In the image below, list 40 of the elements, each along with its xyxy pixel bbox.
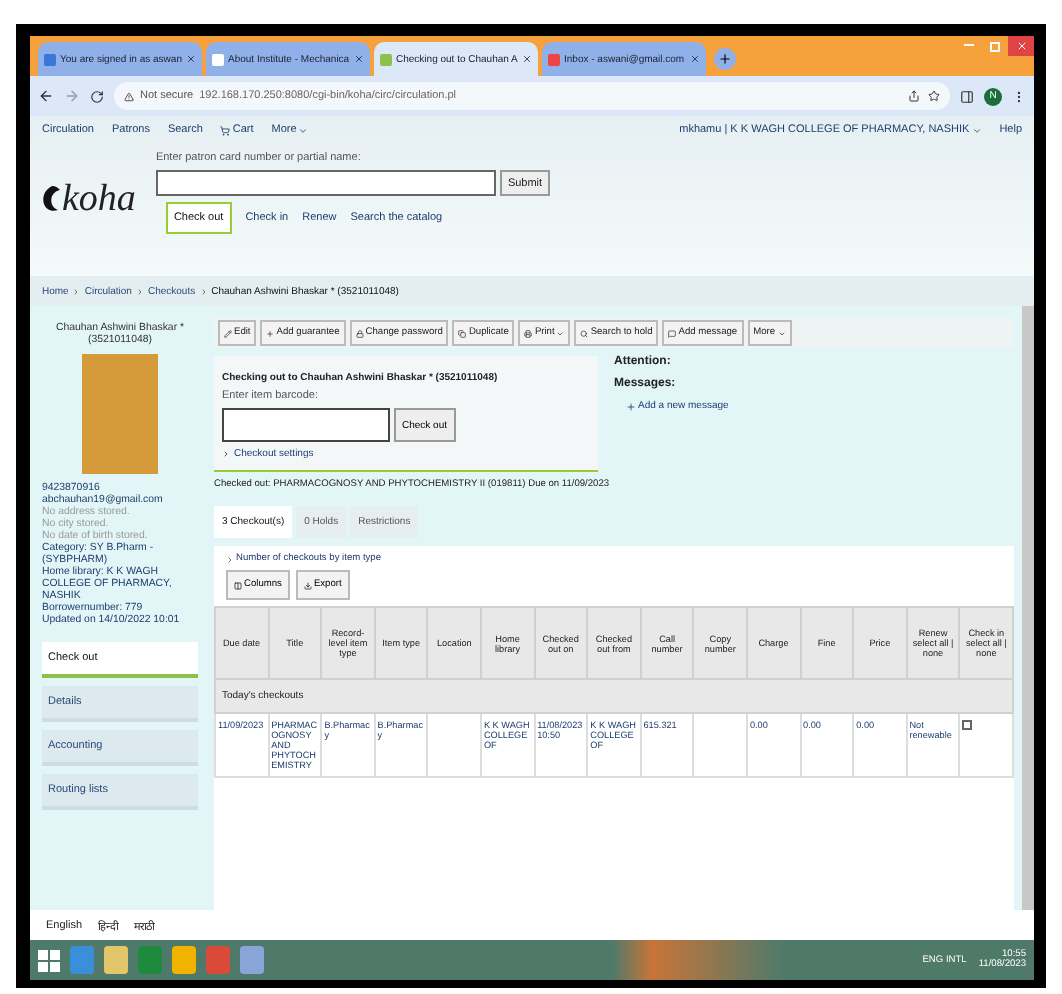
caret-icon	[971, 125, 982, 135]
favicon-icon	[212, 53, 224, 65]
search-icon	[580, 329, 589, 337]
bookmark-star-icon[interactable]	[928, 90, 940, 102]
minimize-icon	[964, 44, 974, 48]
back-icon[interactable]	[38, 88, 54, 104]
patron-search-field[interactable]	[155, 170, 496, 196]
check-in-checkbox[interactable]	[962, 720, 973, 730]
lock-icon	[355, 329, 364, 337]
favicon-icon	[380, 53, 392, 65]
copy-icon	[458, 329, 467, 337]
cart-icon	[220, 125, 231, 135]
plus-icon	[266, 329, 275, 337]
table-cell	[427, 713, 481, 777]
close-icon	[1015, 40, 1027, 52]
photo-placeholder	[82, 354, 158, 474]
favicon-icon	[548, 53, 560, 65]
side-panel-icon[interactable]	[960, 89, 974, 103]
barcode-field[interactable]	[222, 408, 390, 442]
logo-mark-icon[interactable]	[42, 186, 60, 212]
maximize-icon	[990, 41, 1000, 51]
caret-icon	[298, 125, 309, 135]
scrollbar[interactable]	[1022, 306, 1034, 910]
printer-icon	[524, 329, 533, 337]
plus-icon	[626, 401, 636, 411]
download-icon	[303, 581, 312, 589]
speech-bubble-icon	[668, 329, 677, 337]
reload-icon[interactable]	[90, 89, 104, 103]
warning-icon[interactable]	[124, 91, 134, 101]
logo-text[interactable]: koha	[62, 177, 136, 221]
share-icon[interactable]	[908, 90, 920, 102]
plus-icon	[718, 52, 732, 66]
windows-icon[interactable]	[38, 949, 60, 971]
table-cell	[693, 713, 747, 777]
pencil-icon	[224, 329, 232, 337]
new-tab-button[interactable]	[714, 48, 736, 70]
menu-icon[interactable]	[1012, 89, 1026, 103]
columns-icon	[234, 581, 242, 589]
close-button[interactable]	[1008, 36, 1034, 56]
favicon-icon	[44, 53, 56, 65]
